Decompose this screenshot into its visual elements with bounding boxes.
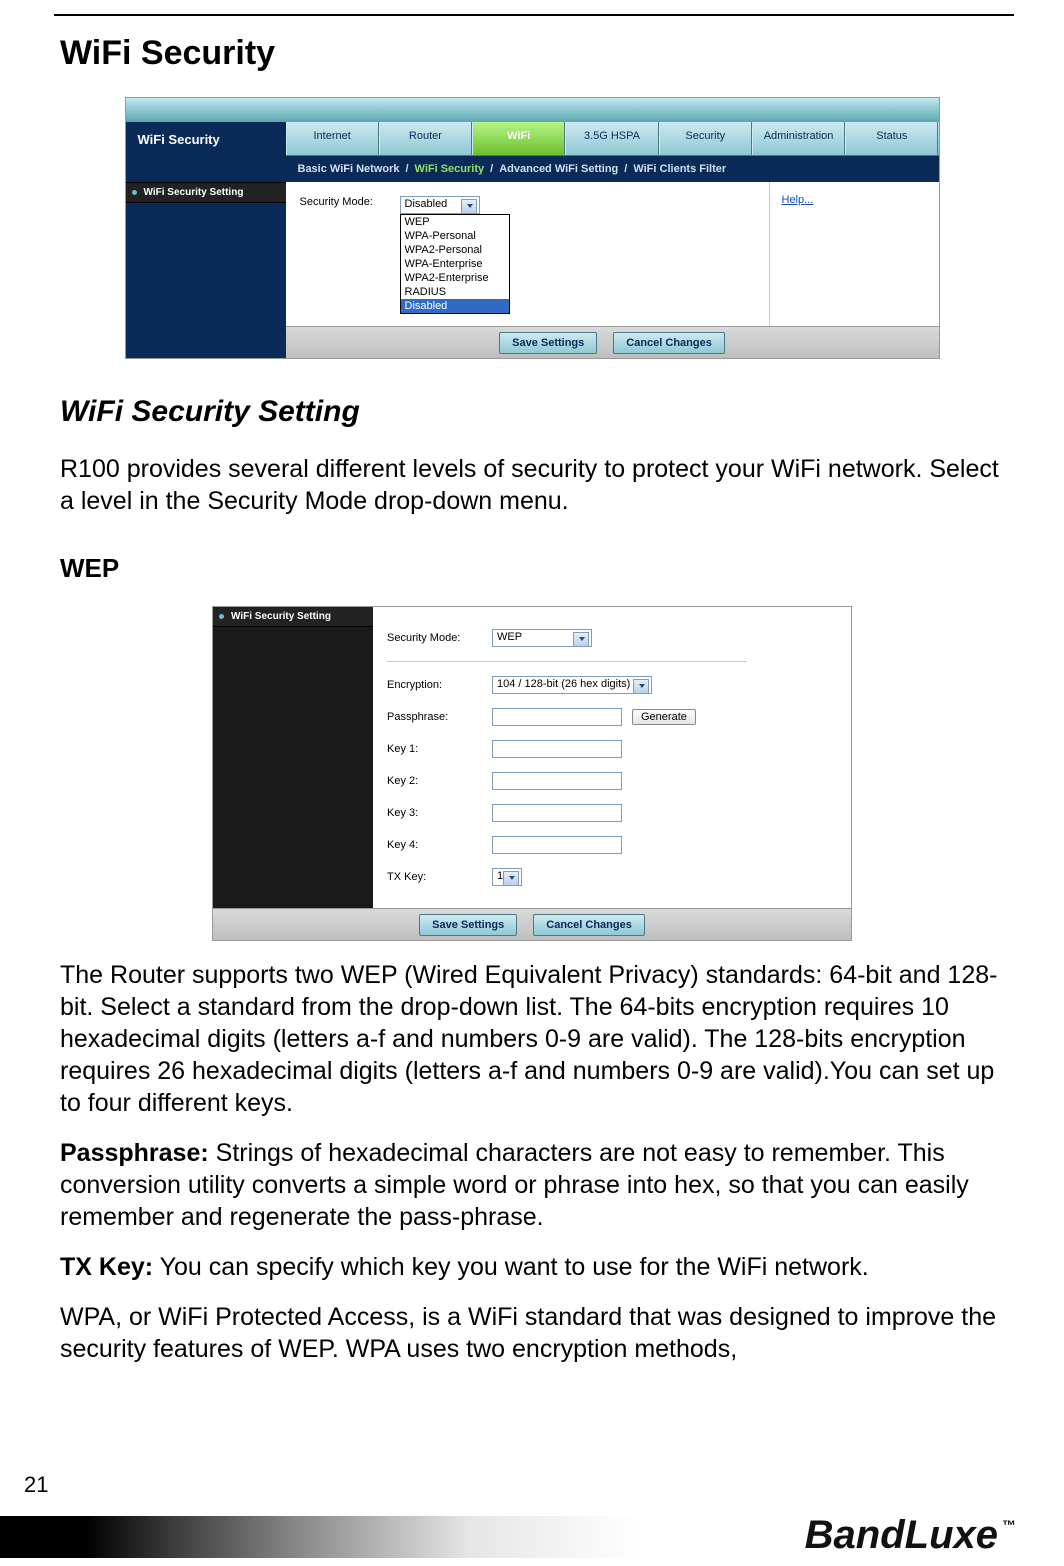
option-wpa2-enterprise[interactable]: WPA2-Enterprise bbox=[401, 271, 509, 285]
tab-security[interactable]: Security bbox=[659, 122, 752, 155]
passphrase-label: Passphrase: bbox=[387, 711, 492, 723]
security-mode-dropdown[interactable]: WEP WPA-Personal WPA2-Personal WPA-Enter… bbox=[400, 214, 510, 314]
key1-label: Key 1: bbox=[387, 743, 492, 755]
encryption-label: Encryption: bbox=[387, 679, 492, 691]
key3-input[interactable] bbox=[492, 804, 622, 822]
router-admin-screenshot-2: WiFi Security Setting Security Mode: WEP… bbox=[212, 606, 852, 941]
wep-form-area: Security Mode: WEP Encryption: 104 / 128… bbox=[373, 607, 851, 908]
passphrase-input[interactable] bbox=[492, 708, 622, 726]
separator: / bbox=[405, 163, 408, 175]
cancel-changes-button-2[interactable]: Cancel Changes bbox=[533, 914, 645, 936]
sub-tabs: Basic WiFi Network / WiFi Security / Adv… bbox=[286, 156, 939, 182]
router-admin-screenshot-1: WiFi Security WiFi Security Setting Inte… bbox=[125, 97, 940, 359]
subtab-basic[interactable]: Basic WiFi Network bbox=[298, 163, 400, 175]
subtab-advanced[interactable]: Advanced WiFi Setting bbox=[499, 163, 618, 175]
key4-input[interactable] bbox=[492, 836, 622, 854]
tab-3-5g-hspa[interactable]: 3.5G HSPA bbox=[565, 122, 658, 155]
option-disabled[interactable]: Disabled bbox=[401, 299, 509, 313]
intro-text: R100 provides several different levels o… bbox=[60, 453, 1004, 517]
generate-button[interactable]: Generate bbox=[632, 709, 696, 725]
subtab-clients-filter[interactable]: WiFi Clients Filter bbox=[633, 163, 726, 175]
wep-heading: WEP bbox=[60, 553, 1004, 584]
left-header: WiFi Security bbox=[126, 122, 286, 156]
tab-internet[interactable]: Internet bbox=[286, 122, 379, 155]
txkey-bold-label: TX Key: bbox=[60, 1253, 153, 1281]
page-title: WiFi Security bbox=[60, 34, 1004, 73]
txkey-text: You can specify which key you want to us… bbox=[153, 1253, 869, 1281]
sidebar-item-security-setting-2[interactable]: WiFi Security Setting bbox=[213, 607, 373, 627]
save-settings-button-2[interactable]: Save Settings bbox=[419, 914, 517, 936]
key3-label: Key 3: bbox=[387, 807, 492, 819]
security-mode-select-2[interactable]: WEP bbox=[492, 629, 592, 647]
option-radius[interactable]: RADIUS bbox=[401, 285, 509, 299]
sidebar-2: WiFi Security Setting bbox=[213, 607, 373, 908]
button-row-2: Save Settings Cancel Changes bbox=[213, 908, 851, 940]
passphrase-bold-label: Passphrase: bbox=[60, 1139, 209, 1167]
passphrase-paragraph: Passphrase: Strings of hexadecimal chara… bbox=[60, 1137, 1004, 1233]
tab-status[interactable]: Status bbox=[845, 122, 938, 155]
security-mode-select[interactable]: Disabled bbox=[400, 196, 480, 214]
option-wep[interactable]: WEP bbox=[401, 215, 509, 229]
separator: / bbox=[624, 163, 627, 175]
key2-input[interactable] bbox=[492, 772, 622, 790]
separator: / bbox=[490, 163, 493, 175]
tab-wifi[interactable]: WiFi bbox=[472, 122, 565, 155]
tab-administration[interactable]: Administration bbox=[752, 122, 845, 155]
main-tabs: Internet Router WiFi 3.5G HSPA Security … bbox=[286, 122, 939, 156]
encryption-select[interactable]: 104 / 128-bit (26 hex digits) bbox=[492, 676, 652, 694]
brand-name: BandLuxe bbox=[805, 1513, 998, 1558]
security-mode-label: Security Mode: bbox=[300, 196, 400, 208]
help-area: Help... bbox=[769, 182, 939, 326]
admin-right-column: Internet Router WiFi 3.5G HSPA Security … bbox=[286, 122, 939, 358]
subtab-wifi-security[interactable]: WiFi Security bbox=[415, 163, 485, 175]
option-wpa-enterprise[interactable]: WPA-Enterprise bbox=[401, 257, 509, 271]
security-mode-label-2: Security Mode: bbox=[387, 632, 492, 644]
wpa-text: WPA, or WiFi Protected Access, is a WiFi… bbox=[60, 1301, 1004, 1365]
key2-label: Key 2: bbox=[387, 775, 492, 787]
option-wpa2-personal[interactable]: WPA2-Personal bbox=[401, 243, 509, 257]
txkey-select[interactable]: 1 bbox=[492, 868, 522, 886]
form-area: Security Mode: Disabled WEP WPA-Personal… bbox=[286, 182, 769, 326]
key4-label: Key 4: bbox=[387, 839, 492, 851]
txkey-label: TX Key: bbox=[387, 871, 492, 883]
brand-logo: BandLuxe ™ bbox=[805, 1513, 1016, 1558]
admin-left-column: WiFi Security WiFi Security Setting bbox=[126, 122, 286, 358]
save-settings-button[interactable]: Save Settings bbox=[499, 332, 597, 354]
key1-input[interactable] bbox=[492, 740, 622, 758]
txkey-paragraph: TX Key: You can specify which key you wa… bbox=[60, 1251, 1004, 1283]
sidebar-item-security-setting[interactable]: WiFi Security Setting bbox=[126, 182, 286, 203]
page-number: 21 bbox=[24, 1472, 48, 1498]
option-wpa-personal[interactable]: WPA-Personal bbox=[401, 229, 509, 243]
tab-router[interactable]: Router bbox=[379, 122, 472, 155]
trademark-icon: ™ bbox=[1002, 1517, 1016, 1533]
help-link[interactable]: Help... bbox=[782, 194, 814, 206]
top-rule bbox=[54, 14, 1014, 16]
admin-titlebar bbox=[126, 98, 939, 122]
wep-description: The Router supports two WEP (Wired Equiv… bbox=[60, 959, 1004, 1119]
subsection-title: WiFi Security Setting bbox=[60, 395, 1004, 429]
cancel-changes-button[interactable]: Cancel Changes bbox=[613, 332, 725, 354]
button-row: Save Settings Cancel Changes bbox=[286, 326, 939, 358]
